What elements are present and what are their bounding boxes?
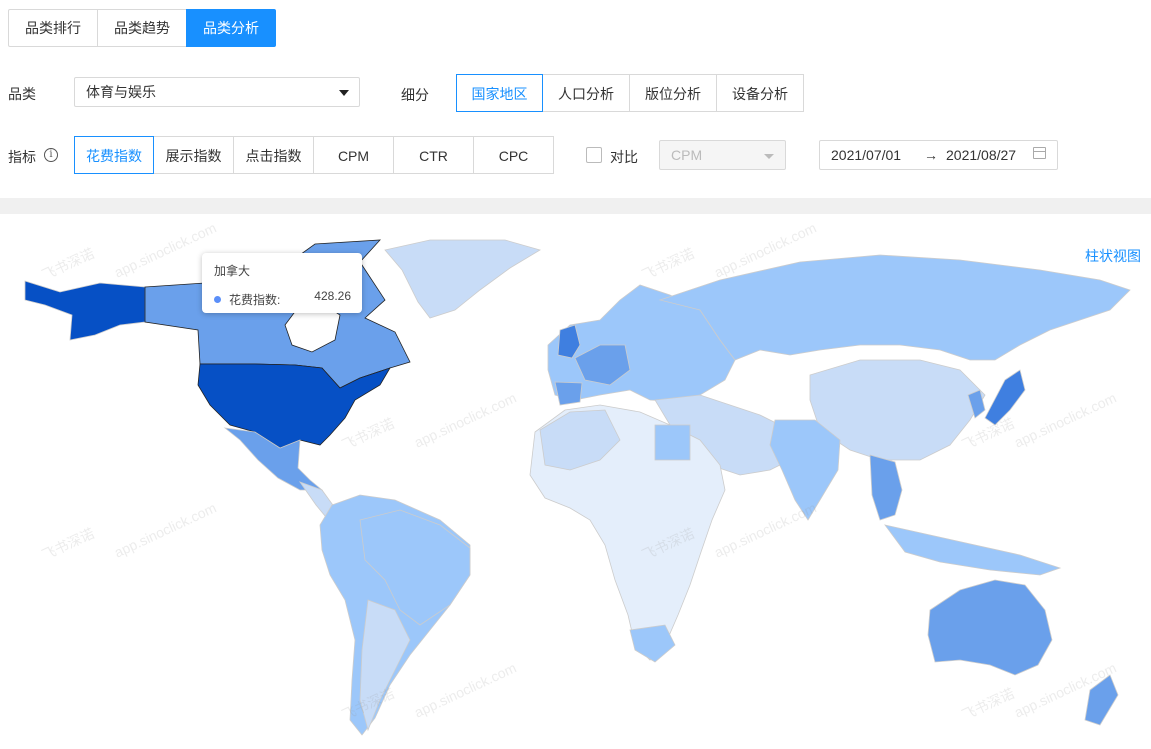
tooltip-country: 加拿大 <box>214 264 251 278</box>
map-tooltip: 加拿大 花费指数: 428.26 <box>202 253 362 313</box>
date-end[interactable]: 2021/08/27 <box>946 147 1016 163</box>
metric-click-button[interactable]: 点击指数 <box>233 136 314 174</box>
tooltip-metric: 花费指数: <box>229 293 281 307</box>
segment-device-button[interactable]: 设备分析 <box>716 74 804 112</box>
date-range-picker[interactable]: 2021/07/01 → 2021/08/27 <box>819 140 1058 170</box>
compare-select[interactable]: CPM <box>659 140 786 170</box>
date-start[interactable]: 2021/07/01 <box>831 147 901 163</box>
metric-label: 指标 <box>8 149 36 165</box>
metric-cpm-button[interactable]: CPM <box>313 136 394 174</box>
segment-placement-button[interactable]: 版位分析 <box>629 74 717 112</box>
metric-impression-button[interactable]: 展示指数 <box>153 136 234 174</box>
metric-button-group: 花费指数 展示指数 点击指数 CPM CTR CPC <box>74 136 554 174</box>
category-select[interactable]: 体育与娱乐 <box>74 77 360 107</box>
map-region-new-zealand[interactable] <box>1084 674 1119 726</box>
map-region-indonesia[interactable] <box>884 524 1062 576</box>
section-divider <box>0 198 1151 214</box>
world-map-panel: 飞书深诺 app.sinoclick.com 飞书深诺 app.sinoclic… <box>0 214 1151 749</box>
metric-cpc-button[interactable]: CPC <box>473 136 554 174</box>
map-region-russia[interactable] <box>658 254 1131 361</box>
segment-country-button[interactable]: 国家地区 <box>456 74 543 112</box>
calendar-icon <box>1033 147 1046 159</box>
compare-checkbox[interactable] <box>586 147 602 163</box>
metric-spend-button[interactable]: 花费指数 <box>74 136 154 174</box>
info-icon[interactable]: i <box>44 148 58 162</box>
map-region-spain[interactable] <box>554 381 583 406</box>
map-region-australia[interactable] <box>927 579 1053 676</box>
tab-category-ranking[interactable]: 品类排行 <box>8 9 98 47</box>
caret-down-icon <box>339 90 349 96</box>
series-dot-icon <box>214 296 221 303</box>
map-region-india[interactable] <box>769 419 841 521</box>
segment-button-group: 国家地区 人口分析 版位分析 设备分析 <box>456 74 804 112</box>
map-region-greenland[interactable] <box>384 239 541 319</box>
world-map <box>24 239 1131 736</box>
segment-label: 细分 <box>401 87 429 103</box>
metric-ctr-button[interactable]: CTR <box>393 136 474 174</box>
bar-view-toggle-link[interactable]: 柱状视图 <box>1085 246 1141 266</box>
map-region-egypt[interactable] <box>654 424 691 461</box>
category-label: 品类 <box>8 86 36 102</box>
map-region-southeast-asia[interactable] <box>869 454 903 521</box>
tooltip-value: 428.26 <box>314 289 351 303</box>
tab-category-trend[interactable]: 品类趋势 <box>97 9 187 47</box>
map-region-japan[interactable] <box>984 369 1026 426</box>
map-region-alaska[interactable] <box>24 280 146 341</box>
tab-category-analysis[interactable]: 品类分析 <box>186 9 276 47</box>
arrow-right-icon: → <box>924 147 938 163</box>
category-select-value: 体育与娱乐 <box>86 84 156 100</box>
compare-label: 对比 <box>610 149 638 165</box>
caret-down-icon <box>764 154 774 159</box>
segment-demographic-button[interactable]: 人口分析 <box>542 74 630 112</box>
compare-select-value: CPM <box>671 147 703 163</box>
top-tabs: 品类排行 品类趋势 品类分析 <box>8 9 276 47</box>
